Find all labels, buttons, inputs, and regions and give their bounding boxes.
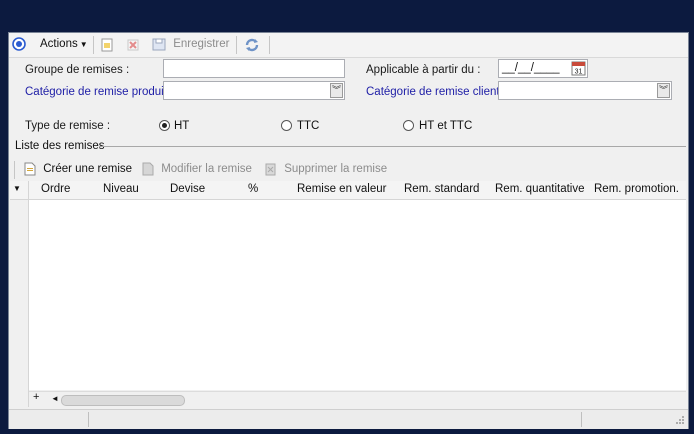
status-bar	[9, 409, 688, 429]
status-separator	[88, 412, 89, 427]
horizontal-scrollbar[interactable]: ◄	[29, 391, 686, 408]
col-rem-quantitative[interactable]: Rem. quantitative	[495, 181, 585, 198]
grid-body[interactable]	[29, 200, 686, 390]
toolbar-separator	[14, 161, 15, 179]
document-icon	[23, 162, 36, 176]
grid-left-gutter	[10, 200, 29, 407]
create-remise-button[interactable]: Créer une remise	[23, 162, 132, 176]
delete-remise-button[interactable]: Supprimer la remise	[264, 162, 387, 176]
edit-icon	[141, 162, 154, 176]
calendar-icon[interactable]: 31	[571, 61, 586, 76]
chevron-down-icon[interactable]: ︾	[657, 83, 670, 98]
groupe-label: Groupe de remises :	[25, 64, 130, 76]
scroll-thumb[interactable]	[61, 395, 185, 406]
col-remise-valeur[interactable]: Remise en valeur	[297, 181, 386, 198]
radio-ttc[interactable]	[281, 120, 292, 131]
section-divider	[99, 146, 686, 147]
col-niveau[interactable]: Niveau	[103, 181, 139, 198]
radio-circle-icon[interactable]	[12, 37, 26, 51]
save-label: Enregistrer	[173, 38, 230, 50]
delete-x-icon[interactable]	[126, 38, 140, 52]
categorie-client-label: Catégorie de remise client :	[366, 86, 506, 98]
status-separator	[581, 412, 582, 427]
row-selector-arrow-icon[interactable]: ▼	[13, 184, 21, 193]
trash-icon	[264, 162, 277, 176]
applicable-label: Applicable à partir du :	[366, 64, 481, 76]
chevron-down-icon: ▼	[79, 40, 88, 49]
save-button[interactable]: Enregistrer	[152, 37, 229, 51]
type-label: Type de remise :	[25, 120, 111, 132]
col-rem-standard[interactable]: Rem. standard	[404, 181, 479, 198]
radio-ht[interactable]	[159, 120, 170, 131]
toolbar-separator	[236, 36, 237, 54]
modify-remise-label: Modifier la remise	[161, 163, 252, 175]
column-divider	[28, 181, 29, 199]
toolbar-separator	[93, 36, 94, 54]
list-toolbar: Créer une remise Modifier la remise Supp…	[9, 159, 688, 181]
radio-ttc-label: TTC	[297, 120, 320, 132]
delete-remise-label: Supprimer la remise	[284, 163, 388, 175]
grid-header: ▼ Ordre Niveau Devise % Remise en valeur…	[10, 181, 686, 200]
categorie-produit-label: Catégorie de remise produit :	[25, 86, 174, 98]
svg-text:31: 31	[575, 69, 583, 76]
new-doc-icon[interactable]	[100, 38, 114, 52]
plus-icon[interactable]: +	[33, 391, 39, 403]
save-icon	[152, 37, 166, 51]
actions-label: Actions	[40, 38, 78, 50]
refresh-icon[interactable]	[244, 37, 260, 53]
radio-ht-ttc[interactable]	[403, 120, 414, 131]
col-percent[interactable]: %	[248, 181, 258, 198]
modify-remise-button[interactable]: Modifier la remise	[141, 162, 252, 176]
col-ordre[interactable]: Ordre	[41, 181, 70, 198]
chevron-down-icon[interactable]: ︾	[330, 83, 343, 98]
col-rem-promotion[interactable]: Rem. promotion.	[594, 181, 679, 198]
actions-menu[interactable]: Actions ▼	[40, 38, 88, 50]
radio-ht-label: HT	[174, 120, 190, 132]
create-remise-label: Créer une remise	[43, 163, 133, 175]
groupe-input[interactable]	[163, 59, 345, 78]
date-value: __/__/____	[502, 62, 560, 74]
resize-grip-icon[interactable]	[675, 415, 685, 425]
scroll-left-icon[interactable]: ◄	[51, 394, 59, 403]
col-devise[interactable]: Devise	[170, 181, 205, 198]
radio-ht-ttc-label: HT et TTC	[419, 120, 473, 132]
section-title: Liste des remises	[15, 140, 105, 152]
categorie-produit-select[interactable]: ︾	[163, 81, 345, 100]
date-input[interactable]: __/__/____ 31	[498, 59, 588, 78]
toolbar: Actions ▼ Enregistrer	[9, 33, 688, 58]
categorie-client-select[interactable]: ︾	[498, 81, 672, 100]
main-window: Actions ▼ Enregistrer Groupe de remises :…	[8, 32, 689, 429]
toolbar-separator	[269, 36, 270, 54]
